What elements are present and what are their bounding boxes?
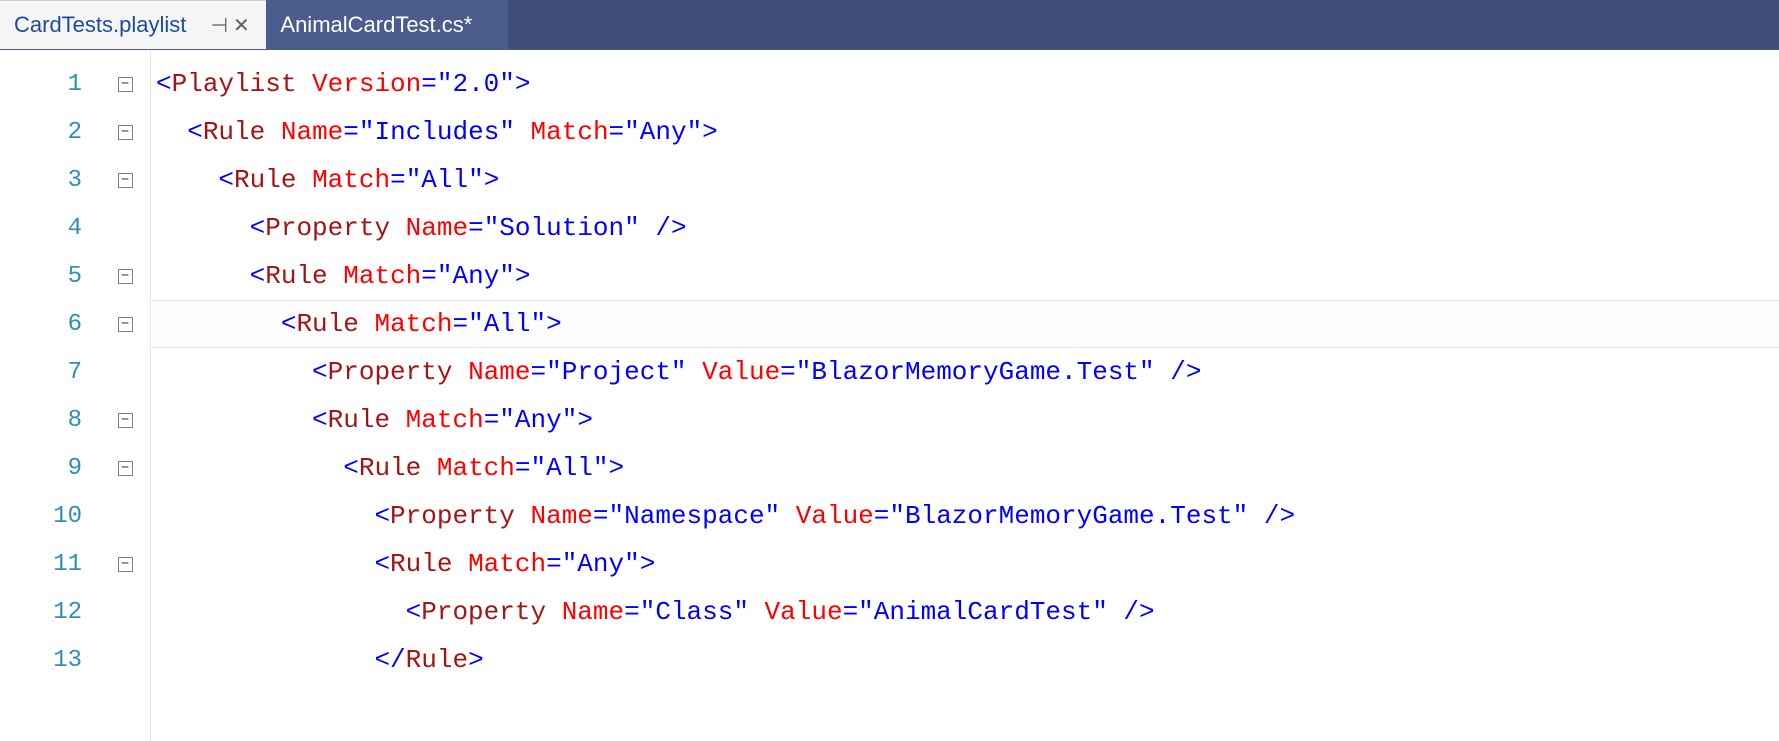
tab-bar: CardTests.playlist ⊣ ✕ AnimalCardTest.cs… xyxy=(0,0,1779,50)
code-line[interactable]: </Rule> xyxy=(151,636,1779,684)
fold-toggle-icon[interactable]: − xyxy=(118,173,133,188)
line-number: 11 xyxy=(0,551,100,578)
code-line[interactable]: <Rule Match="Any"> xyxy=(151,396,1779,444)
line-number: 9 xyxy=(0,455,100,482)
code-line[interactable]: <Property Name="Namespace" Value="Blazor… xyxy=(151,492,1779,540)
code-line[interactable]: <Property Name="Class" Value="AnimalCard… xyxy=(151,588,1779,636)
tab-label: CardTests.playlist xyxy=(14,12,186,38)
code-line[interactable]: <Playlist Version="2.0"> xyxy=(151,60,1779,108)
code-line[interactable]: <Rule Match="All"> xyxy=(151,156,1779,204)
editor: 1 − 2 − 3 − 4 5 − 6 − 7 8 − 9 − 10 11 − 12 13 <Playlist Vers… xyxy=(0,50,1779,741)
code-line[interactable]: <Rule Match="Any"> xyxy=(151,540,1779,588)
code-line[interactable]: <Rule Name="Includes" Match="Any"> xyxy=(151,108,1779,156)
line-number: 3 xyxy=(0,167,100,194)
line-number: 6 xyxy=(0,311,100,338)
code-line[interactable]: <Rule Match="All"> xyxy=(151,300,1779,348)
tab-active[interactable]: CardTests.playlist ⊣ ✕ xyxy=(0,0,266,49)
code-line[interactable]: <Rule Match="Any"> xyxy=(151,252,1779,300)
fold-toggle-icon[interactable]: − xyxy=(118,125,133,140)
line-number: 4 xyxy=(0,215,100,242)
close-icon[interactable]: ✕ xyxy=(230,13,252,38)
code-line[interactable]: <Property Name="Project" Value="BlazorMe… xyxy=(151,348,1779,396)
line-number: 5 xyxy=(0,263,100,290)
fold-region: − xyxy=(100,77,150,92)
fold-toggle-icon[interactable]: − xyxy=(118,413,133,428)
line-number: 7 xyxy=(0,359,100,386)
code-line[interactable]: <Rule Match="All"> xyxy=(151,444,1779,492)
fold-region: − xyxy=(100,461,150,476)
line-number: 8 xyxy=(0,407,100,434)
line-number: 1 xyxy=(0,71,100,98)
pin-icon[interactable]: ⊣ xyxy=(208,13,230,38)
fold-toggle-icon[interactable]: − xyxy=(118,317,133,332)
tab-inactive[interactable]: AnimalCardTest.cs* xyxy=(266,0,508,49)
tab-label: AnimalCardTest.cs* xyxy=(280,12,472,38)
line-number: 2 xyxy=(0,119,100,146)
line-number: 10 xyxy=(0,503,100,530)
fold-toggle-icon[interactable]: − xyxy=(118,557,133,572)
fold-region: − xyxy=(100,557,150,572)
code-line[interactable]: <Property Name="Solution" /> xyxy=(151,204,1779,252)
fold-toggle-icon[interactable]: − xyxy=(118,461,133,476)
gutter: 1 − 2 − 3 − 4 5 − 6 − 7 8 − 9 − 10 11 − 12 13 xyxy=(0,50,151,741)
line-number: 13 xyxy=(0,647,100,674)
fold-region: − xyxy=(100,125,150,140)
line-number: 12 xyxy=(0,599,100,626)
fold-toggle-icon[interactable]: − xyxy=(118,269,133,284)
fold-region: − xyxy=(100,317,150,332)
fold-region: − xyxy=(100,413,150,428)
code-area[interactable]: <Playlist Version="2.0"> <Rule Name="Inc… xyxy=(151,50,1779,741)
fold-region: − xyxy=(100,269,150,284)
fold-region: − xyxy=(100,173,150,188)
fold-toggle-icon[interactable]: − xyxy=(118,77,133,92)
